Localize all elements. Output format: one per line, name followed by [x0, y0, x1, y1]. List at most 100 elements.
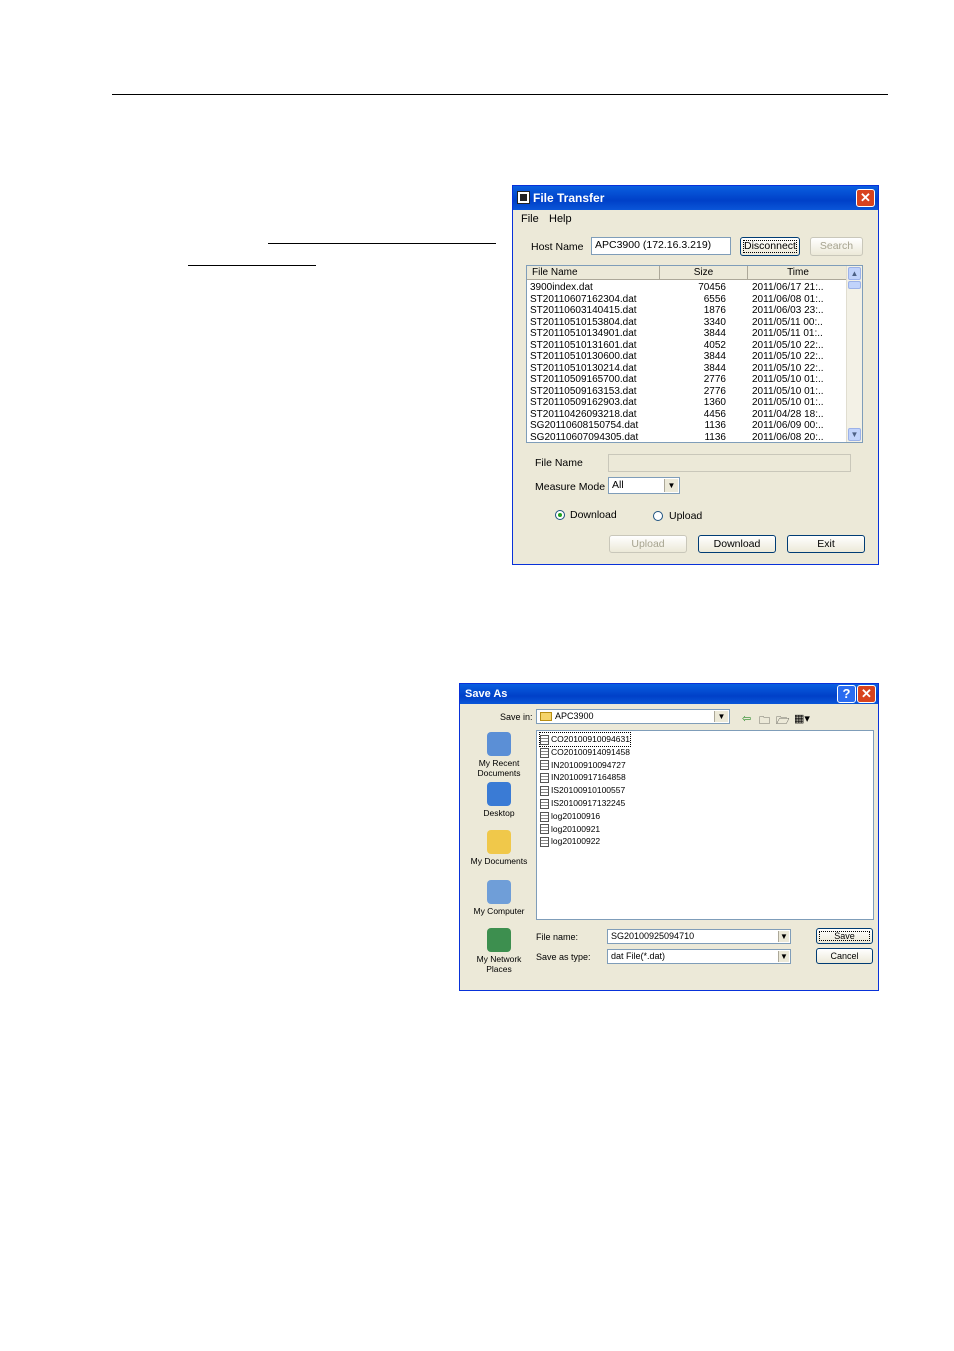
disconnect-button[interactable]: Disconnect [740, 237, 800, 256]
file-name-cell: ST20110510131601.dat [530, 339, 637, 351]
menu-help[interactable]: Help [549, 213, 572, 225]
folder-icon [540, 712, 552, 722]
up-folder-icon[interactable]: 🗀 [759, 712, 770, 731]
table-row[interactable]: ST20110510153804.dat 3340 2011/05/11 00:.. [527, 317, 849, 329]
file-time-cell: 2011/06/09 00:.. [752, 420, 824, 431]
new-folder-icon[interactable]: 🗁 [776, 712, 790, 731]
host-name-input[interactable]: APC3900 (172.16.3.219) [591, 237, 731, 255]
save-as-type-select[interactable]: dat File(*.dat) ▼ [607, 949, 791, 964]
save-button[interactable]: Save [816, 928, 873, 944]
cancel-button[interactable]: Cancel [816, 948, 873, 964]
list-item[interactable]: log20100921 [540, 823, 600, 836]
file-name-input[interactable] [608, 454, 851, 472]
table-row[interactable]: ST20110426093218.dat 4456 2011/04/28 18:.. [527, 409, 849, 421]
table-row[interactable]: ST20110510131601.dat 4052 2011/05/10 22:.. [527, 340, 849, 352]
chevron-down-icon[interactable]: ▼ [778, 951, 789, 962]
file-size-cell: 3844 [703, 362, 726, 374]
file-name-cell: ST20110510130214.dat [530, 362, 637, 374]
upload-radio[interactable] [653, 511, 663, 521]
file-name-cell: ST20110510134901.dat [530, 328, 637, 339]
close-icon[interactable]: ✕ [856, 189, 875, 207]
file-time-cell: 2011/05/10 22:.. [752, 351, 824, 362]
file-item-label: IS20100910100557 [551, 785, 626, 796]
scroll-down-icon[interactable]: ▼ [848, 428, 861, 441]
scroll-thumb[interactable] [848, 281, 861, 289]
list-item[interactable]: IS20100910100557 [540, 784, 625, 797]
table-row[interactable]: ST20110510130214.dat 3844 2011/05/10 22:.. [527, 363, 849, 375]
file-size-cell: 1136 [704, 420, 726, 431]
network-places-icon [487, 928, 511, 952]
place-network-places[interactable]: My Network Places [470, 928, 528, 974]
measure-mode-select[interactable]: All ▼ [608, 477, 680, 494]
file-size-cell: 2776 [703, 385, 726, 397]
desktop-icon [487, 782, 511, 806]
list-item[interactable]: CO20100914091458 [540, 746, 630, 759]
back-icon[interactable]: ⇦ [742, 712, 751, 725]
chevron-down-icon[interactable]: ▼ [778, 931, 789, 942]
host-name-label: Host Name [531, 241, 584, 253]
file-icon [540, 811, 549, 822]
list-item[interactable]: log20100922 [540, 835, 600, 848]
list-item[interactable]: IN20100910094727 [540, 759, 626, 772]
table-row[interactable]: ST20110510130600.dat 3844 2011/05/10 22:.. [527, 351, 849, 363]
my-documents-icon [487, 830, 511, 854]
list-item[interactable]: log20100916 [540, 810, 600, 823]
table-row[interactable]: ST20110607162304.dat 6556 2011/06/08 01:.. [527, 294, 849, 306]
file-time-cell: 2011/05/11 00:.. [752, 316, 823, 328]
window-title: File Transfer [533, 191, 605, 205]
list-item[interactable]: IS20100917132245 [540, 797, 625, 810]
file-size-cell: 3844 [703, 351, 726, 362]
place-label: My Documents [470, 856, 528, 866]
save-in-select[interactable]: APC3900 ▼ [536, 709, 730, 724]
file-time-cell: 2011/06/03 23:.. [752, 305, 824, 316]
file-icon [540, 747, 549, 758]
title-bar[interactable]: Save As ? ✕ [460, 684, 878, 704]
table-row[interactable]: 3900index.dat 70456 2011/06/17 21:.. [527, 282, 849, 294]
file-name-cell: 3900index.dat [530, 282, 593, 293]
column-header-size[interactable]: Size [660, 266, 748, 280]
table-row[interactable]: ST20110510134901.dat 3844 2011/05/11 01:.. [527, 328, 849, 340]
place-my-documents[interactable]: My Documents [470, 830, 528, 867]
place-my-computer[interactable]: My Computer [470, 880, 528, 917]
save-as-type-value: dat File(*.dat) [611, 951, 666, 961]
download-button[interactable]: Download [698, 535, 776, 553]
title-bar[interactable]: File Transfer ✕ [513, 186, 878, 210]
file-transfer-window: File Transfer ✕ File Help Host Name APC3… [512, 185, 879, 565]
file-item-label: log20100921 [551, 823, 601, 834]
scroll-up-icon[interactable]: ▲ [848, 267, 861, 280]
table-row[interactable]: ST20110509165700.dat 2776 2011/05/10 01:.. [527, 374, 849, 386]
list-item[interactable]: IN20100917164858 [540, 771, 626, 784]
search-button[interactable]: Search [810, 237, 863, 256]
table-row[interactable]: SG20110607094305.dat 1136 2011/06/08 20:.. [527, 432, 849, 443]
place-desktop[interactable]: Desktop [470, 782, 528, 819]
close-icon[interactable]: ✕ [857, 685, 876, 703]
table-row[interactable]: ST20110509163153.dat 2776 2011/05/10 01:.. [527, 386, 849, 398]
file-name-cell: ST20110603140415.dat [530, 305, 637, 316]
table-row[interactable]: ST20110603140415.dat 1876 2011/06/03 23:.. [527, 305, 849, 317]
place-recent-documents[interactable]: My Recent Documents [470, 732, 528, 778]
chevron-down-icon[interactable]: ▼ [664, 479, 678, 492]
menu-file[interactable]: File [521, 213, 539, 225]
chevron-down-icon[interactable]: ▼ [714, 711, 728, 722]
table-row[interactable]: SG20110608150754.dat 1136 2011/06/09 00:.. [527, 420, 849, 432]
views-menu-icon[interactable]: ▦▾ [794, 712, 810, 725]
file-list[interactable]: File Name Size Time 3900index.dat 70456 20… [526, 265, 863, 443]
column-header-file-name[interactable]: File Name [527, 266, 660, 280]
file-item-label: CO20100910094631 [551, 734, 630, 744]
file-size-cell: 2776 [703, 374, 726, 385]
file-name-input[interactable]: SG20100925094710 ▼ [607, 929, 791, 944]
place-label: My Computer [473, 906, 525, 916]
column-header-time[interactable]: Time [748, 266, 849, 280]
table-row[interactable]: ST20110509162903.dat 1360 2011/05/10 01:.. [527, 397, 849, 409]
list-item[interactable]: CO20100910094631 [539, 732, 631, 747]
upload-button[interactable]: Upload [609, 535, 687, 553]
measure-mode-label: Measure Mode [535, 481, 606, 493]
help-icon[interactable]: ? [837, 685, 856, 703]
vertical-scrollbar[interactable]: ▲ ▼ [846, 266, 862, 442]
file-item-label: IN20100917164858 [551, 772, 626, 783]
file-size-cell: 3844 [703, 328, 726, 339]
file-list[interactable]: CO20100910094631 CO20100914091458 IN201009… [536, 730, 874, 920]
file-name-cell: ST20110509165700.dat [530, 374, 637, 385]
download-radio[interactable] [555, 510, 565, 520]
exit-button[interactable]: Exit [787, 535, 865, 553]
